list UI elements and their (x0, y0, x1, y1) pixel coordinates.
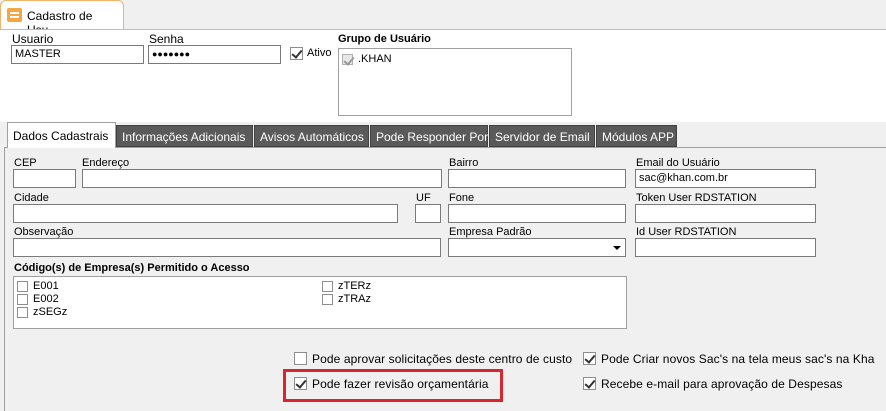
uf-label: UF (416, 192, 431, 204)
empresa-label: E002 (33, 293, 59, 305)
cep-label: CEP (14, 157, 37, 169)
uf-input[interactable] (415, 204, 441, 223)
grupo-item-checkbox[interactable] (342, 54, 353, 65)
criar-sacs-checkbox[interactable] (583, 352, 596, 365)
chevron-down-icon[interactable] (610, 240, 624, 255)
bairro-input[interactable] (448, 169, 626, 188)
id-rdstation-input[interactable] (635, 238, 816, 257)
empresa-checkbox[interactable] (17, 281, 28, 292)
empresa-label: zTRAz (338, 293, 371, 305)
aprovar-solicitacoes-label: Pode aprovar solicitações deste centro d… (312, 352, 573, 366)
grupo-item-label: .KHAN (358, 53, 392, 65)
empresa-label: E001 (33, 280, 59, 292)
empresa-label: zSEGz (33, 306, 68, 318)
bairro-label: Bairro (449, 157, 479, 169)
token-input[interactable] (635, 204, 816, 223)
empresa-padrao-label: Empresa Padrão (449, 226, 532, 238)
grupo-usuario-list[interactable]: .KHAN (338, 48, 572, 116)
token-label: Token User RDSTATION (636, 192, 757, 204)
empresa-checkbox[interactable] (17, 307, 28, 318)
grupo-usuario-label: Grupo de Usuário (338, 33, 431, 45)
email-label: Email do Usuário (636, 157, 720, 169)
empresa-checkbox[interactable] (17, 294, 28, 305)
senha-label: Senha (149, 32, 184, 46)
endereco-label: Endereço (82, 157, 130, 169)
empresa-padrao-select[interactable] (448, 238, 626, 257)
document-tab[interactable]: Cadastro de Usu... (0, 0, 124, 37)
tab-informacoes-adicionais[interactable]: Informações Adicionais (116, 125, 253, 147)
highlight-annotation (283, 369, 503, 402)
usuario-input[interactable]: MASTER (11, 45, 144, 64)
cidade-input[interactable] (13, 204, 398, 223)
fone-label: Fone (449, 192, 475, 204)
tab-servidor-de-email[interactable]: Servidor de Email (489, 125, 595, 147)
criar-sacs-label: Pode Criar novos Sac's na tela meus sac'… (601, 352, 875, 366)
empresa-checkbox[interactable] (322, 281, 333, 292)
tab-modulos-app[interactable]: Módulos APP (596, 125, 677, 147)
observacao-input[interactable] (13, 238, 441, 257)
ativo-checkbox[interactable] (290, 47, 303, 60)
tab-dados-cadastrais[interactable]: Dados Cadastrais (7, 122, 116, 148)
senha-input[interactable]: ●●●●●●● (148, 45, 281, 64)
id-rdstation-label: Id User RDSTATION (636, 226, 737, 238)
tab-pode-responder-por[interactable]: Pode Responder Por (370, 125, 488, 147)
empresas-list[interactable]: E001 E002 zSEGz zTERz zTRAz (13, 276, 627, 329)
usuario-label: Usuario (12, 32, 54, 46)
email-despesas-checkbox[interactable] (583, 377, 596, 390)
email-despesas-label: Recebe e-mail para aprovação de Despesas (601, 377, 843, 391)
tab-avisos-automaticos[interactable]: Avisos Automáticos (254, 125, 369, 147)
empresa-checkbox[interactable] (322, 294, 333, 305)
cidade-label: Cidade (14, 192, 49, 204)
form-icon (7, 8, 22, 22)
observacao-label: Observação (14, 226, 74, 238)
empresas-label: Código(s) de Empresa(s) Permitido o Aces… (14, 262, 250, 274)
empresa-label: zTERz (338, 280, 371, 292)
cep-input[interactable] (13, 169, 76, 188)
endereco-input[interactable] (82, 169, 442, 188)
email-input[interactable]: sac@khan.com.br (635, 169, 816, 188)
aprovar-solicitacoes-checkbox[interactable] (294, 352, 307, 365)
fone-input[interactable] (448, 204, 626, 223)
ativo-label: Ativo (307, 47, 332, 59)
